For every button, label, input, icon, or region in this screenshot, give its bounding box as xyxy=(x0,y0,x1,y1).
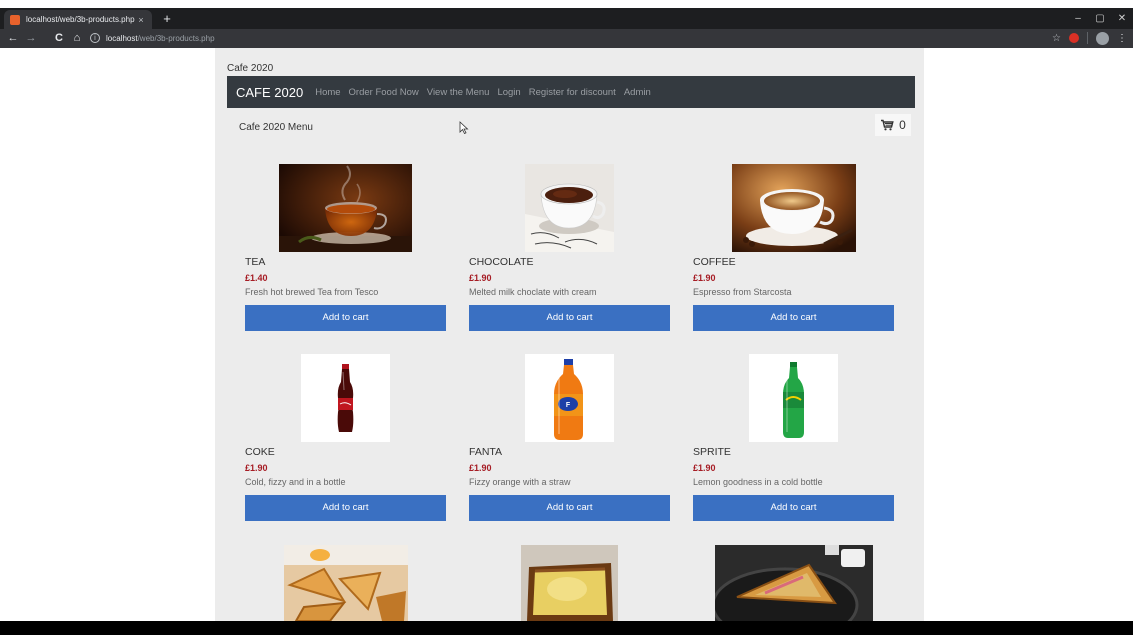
product-name: SPRITE xyxy=(693,446,731,458)
add-to-cart-button[interactable]: Add to cart xyxy=(693,305,894,331)
tea-image xyxy=(279,164,412,252)
window-top-edge xyxy=(0,0,1133,8)
home-button[interactable]: ⌂ xyxy=(70,30,84,46)
address-bar[interactable]: i localhost/web/3b-products.php xyxy=(90,30,1040,46)
add-to-cart-button[interactable]: Add to cart xyxy=(693,495,894,521)
new-tab-button[interactable]: + xyxy=(160,10,174,27)
toastie-sandwich-image xyxy=(715,545,873,621)
product-price: £1.90 xyxy=(693,273,716,283)
add-to-cart-button[interactable]: Add to cart xyxy=(245,495,446,521)
product-description: Fizzy orange with a straw xyxy=(469,477,571,487)
browser-tab-bar: localhost/web/3b-products.php × + – ▢ ✕ xyxy=(0,8,1133,29)
menu-title: Cafe 2020 Menu xyxy=(239,122,313,133)
sprite-bottle-image xyxy=(749,354,838,442)
coke-bottle-image xyxy=(301,354,390,442)
chocolate-image xyxy=(525,164,614,252)
browser-menu-icon[interactable]: ⋮ xyxy=(1117,33,1127,44)
toast-image xyxy=(284,545,408,621)
navbar-brand[interactable]: CAFE 2020 xyxy=(236,85,303,100)
tab-title: localhost/web/3b-products.php xyxy=(26,15,135,24)
reload-button[interactable]: C xyxy=(52,30,66,46)
product-card: COFFEE £1.90 Espresso from Starcosta Add… xyxy=(693,164,894,334)
product-card: SPRITE £1.90 Lemon goodness in a cold bo… xyxy=(693,354,894,524)
browser-toolbar: ← → C ⌂ i localhost/web/3b-products.php … xyxy=(0,29,1133,48)
nav-link-home[interactable]: Home xyxy=(315,87,340,98)
tab-close-icon[interactable]: × xyxy=(136,15,146,25)
forward-button[interactable]: → xyxy=(24,30,38,46)
product-price: £1.90 xyxy=(693,463,716,473)
product-name: TEA xyxy=(245,256,266,268)
add-to-cart-button[interactable]: Add to cart xyxy=(469,495,670,521)
window-controls: – ▢ ✕ xyxy=(1067,8,1133,29)
product-card: COKE £1.90 Cold, fizzy and in a bottle A… xyxy=(245,354,446,524)
nav-link-login[interactable]: Login xyxy=(497,87,520,98)
extension-icon[interactable] xyxy=(1069,33,1079,43)
add-to-cart-button[interactable]: Add to cart xyxy=(245,305,446,331)
taskbar xyxy=(0,621,1133,635)
product-price: £1.90 xyxy=(469,463,492,473)
svg-text:F: F xyxy=(566,402,571,409)
page-viewport: Cafe 2020 CAFE 2020 Home Order Food Now … xyxy=(0,48,1133,621)
product-price: £1.40 xyxy=(245,273,268,283)
product-price: £1.90 xyxy=(245,463,268,473)
product-description: Espresso from Starcosta xyxy=(693,287,792,297)
product-card: F FANTA £1.90 Fizzy orange with a straw … xyxy=(469,354,670,524)
product-name: COKE xyxy=(245,446,275,458)
cart-button[interactable]: 0 xyxy=(875,114,911,136)
cart-count: 0 xyxy=(899,118,906,132)
nav-link-register[interactable]: Register for discount xyxy=(529,87,616,98)
coffee-image xyxy=(732,164,856,252)
add-to-cart-button[interactable]: Add to cart xyxy=(469,305,670,331)
browser-tab[interactable]: localhost/web/3b-products.php × xyxy=(4,10,152,29)
maximize-button[interactable]: ▢ xyxy=(1089,8,1111,29)
product-description: Fresh hot brewed Tea from Tesco xyxy=(245,287,379,297)
product-description: Lemon goodness in a cold bottle xyxy=(693,477,823,487)
favicon-icon xyxy=(10,14,20,25)
product-card: CHOCOLATE £1.90 Melted milk choclate wit… xyxy=(469,164,670,334)
back-button[interactable]: ← xyxy=(6,30,20,46)
product-name: FANTA xyxy=(469,446,503,458)
product-price: £1.90 xyxy=(469,273,492,283)
profile-avatar-icon[interactable] xyxy=(1096,31,1109,45)
bookmark-star-icon[interactable]: ☆ xyxy=(1052,33,1061,44)
cheese-toast-image xyxy=(521,545,618,621)
minimize-button[interactable]: – xyxy=(1067,8,1089,29)
site-label: Cafe 2020 xyxy=(227,63,274,74)
url-host: localhost xyxy=(106,33,138,43)
product-description: Cold, fizzy and in a bottle xyxy=(245,477,346,487)
url-path: /web/3b-products.php xyxy=(137,33,215,43)
navbar: CAFE 2020 Home Order Food Now View the M… xyxy=(227,76,915,108)
mouse-cursor-icon xyxy=(459,121,469,134)
page-container: Cafe 2020 CAFE 2020 Home Order Food Now … xyxy=(215,48,924,621)
nav-link-admin[interactable]: Admin xyxy=(624,87,651,98)
product-card: TEA £1.40 Fresh hot brewed Tea from Tesc… xyxy=(245,164,446,334)
product-name: CHOCOLATE xyxy=(469,256,534,268)
toolbar-icons: ☆ ⋮ xyxy=(1052,30,1127,46)
product-description: Melted milk choclate with cream xyxy=(469,287,597,297)
fanta-bottle-image: F xyxy=(525,354,614,442)
product-name: COFFEE xyxy=(693,256,736,268)
cart-icon xyxy=(881,119,894,131)
nav-link-order-food[interactable]: Order Food Now xyxy=(349,87,419,98)
toolbar-divider xyxy=(1087,32,1088,44)
close-window-button[interactable]: ✕ xyxy=(1111,8,1133,29)
nav-link-view-menu[interactable]: View the Menu xyxy=(427,87,490,98)
screen: localhost/web/3b-products.php × + – ▢ ✕ … xyxy=(0,0,1133,635)
info-icon[interactable]: i xyxy=(90,33,100,43)
